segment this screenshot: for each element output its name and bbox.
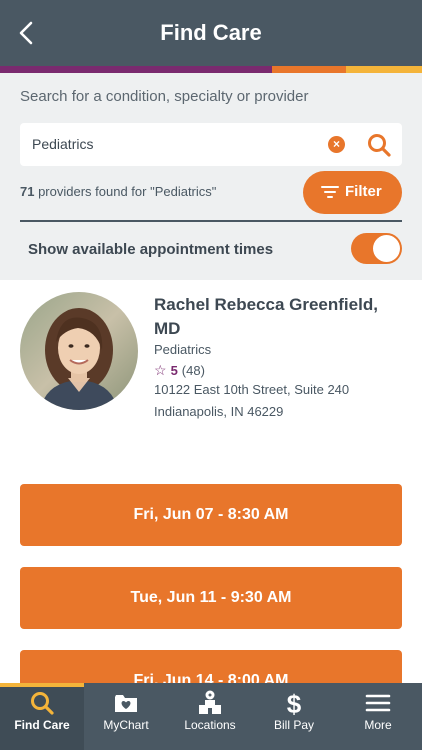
search-panel: Search for a condition, specialty or pro… xyxy=(0,73,422,280)
availability-toggle-label: Show available appointment times xyxy=(28,241,274,258)
appointment-slot-button[interactable]: Fri, Jun 07 - 8:30 AM xyxy=(20,484,402,546)
tab-label: More xyxy=(364,718,392,732)
rating-score: 5 xyxy=(170,363,178,378)
provider-specialty: Pediatrics xyxy=(154,342,212,357)
filter-label: Filter xyxy=(345,183,382,200)
provider-rating: ☆ 5 (48) xyxy=(154,362,205,379)
results-count: 71 xyxy=(20,184,35,199)
hospital-icon xyxy=(199,690,221,714)
svg-text:$: $ xyxy=(287,690,302,716)
provider-avatar xyxy=(20,292,138,410)
tab-locations[interactable]: Locations xyxy=(168,683,252,750)
availability-toggle[interactable] xyxy=(351,233,402,264)
star-icon: ☆ xyxy=(154,362,167,378)
clear-icon[interactable]: × xyxy=(328,136,345,153)
brand-stripe xyxy=(0,66,422,73)
folder-heart-icon xyxy=(115,695,137,712)
active-tab-indicator xyxy=(0,683,84,687)
search-input[interactable]: Pediatrics × xyxy=(20,123,402,166)
provider-address-line2: Indianapolis, IN 46229 xyxy=(154,404,284,419)
filter-icon xyxy=(321,186,339,198)
divider xyxy=(20,220,402,222)
provider-name[interactable]: Rachel Rebecca Greenfield, MD xyxy=(154,293,394,341)
filter-button[interactable]: Filter xyxy=(303,171,402,214)
dollar-icon: $ xyxy=(287,690,302,716)
toggle-knob xyxy=(373,235,400,262)
provider-address-line1: 10122 East 10th Street, Suite 240 xyxy=(154,382,350,397)
search-prompt: Search for a condition, specialty or pro… xyxy=(20,88,309,105)
search-icon[interactable] xyxy=(366,132,392,158)
rating-count: (48) xyxy=(181,363,205,378)
search-input-value[interactable]: Pediatrics xyxy=(32,136,93,152)
results-text: providers found for "Pediatrics" xyxy=(34,184,217,199)
tab-mychart[interactable]: MyChart xyxy=(84,683,168,750)
tab-label: MyChart xyxy=(103,718,149,732)
appointment-slot-button[interactable]: Tue, Jun 11 - 9:30 AM xyxy=(20,567,402,629)
page-title: Find Care xyxy=(160,20,262,45)
results-summary: 71 providers found for "Pediatrics" xyxy=(20,184,216,199)
tab-label: Find Care xyxy=(14,718,70,732)
tab-label: Locations xyxy=(184,718,236,732)
bottom-tab-bar: Find Care MyChart Locations $ Bill Pay M… xyxy=(0,683,422,750)
tab-label: Bill Pay xyxy=(273,718,314,732)
search-icon xyxy=(31,692,54,715)
tab-more[interactable]: More xyxy=(336,683,420,750)
menu-icon xyxy=(365,694,391,712)
tab-find-care[interactable]: Find Care xyxy=(0,683,84,750)
app-header: Find Care xyxy=(0,0,422,66)
tab-bill-pay[interactable]: $ Bill Pay xyxy=(252,683,336,750)
